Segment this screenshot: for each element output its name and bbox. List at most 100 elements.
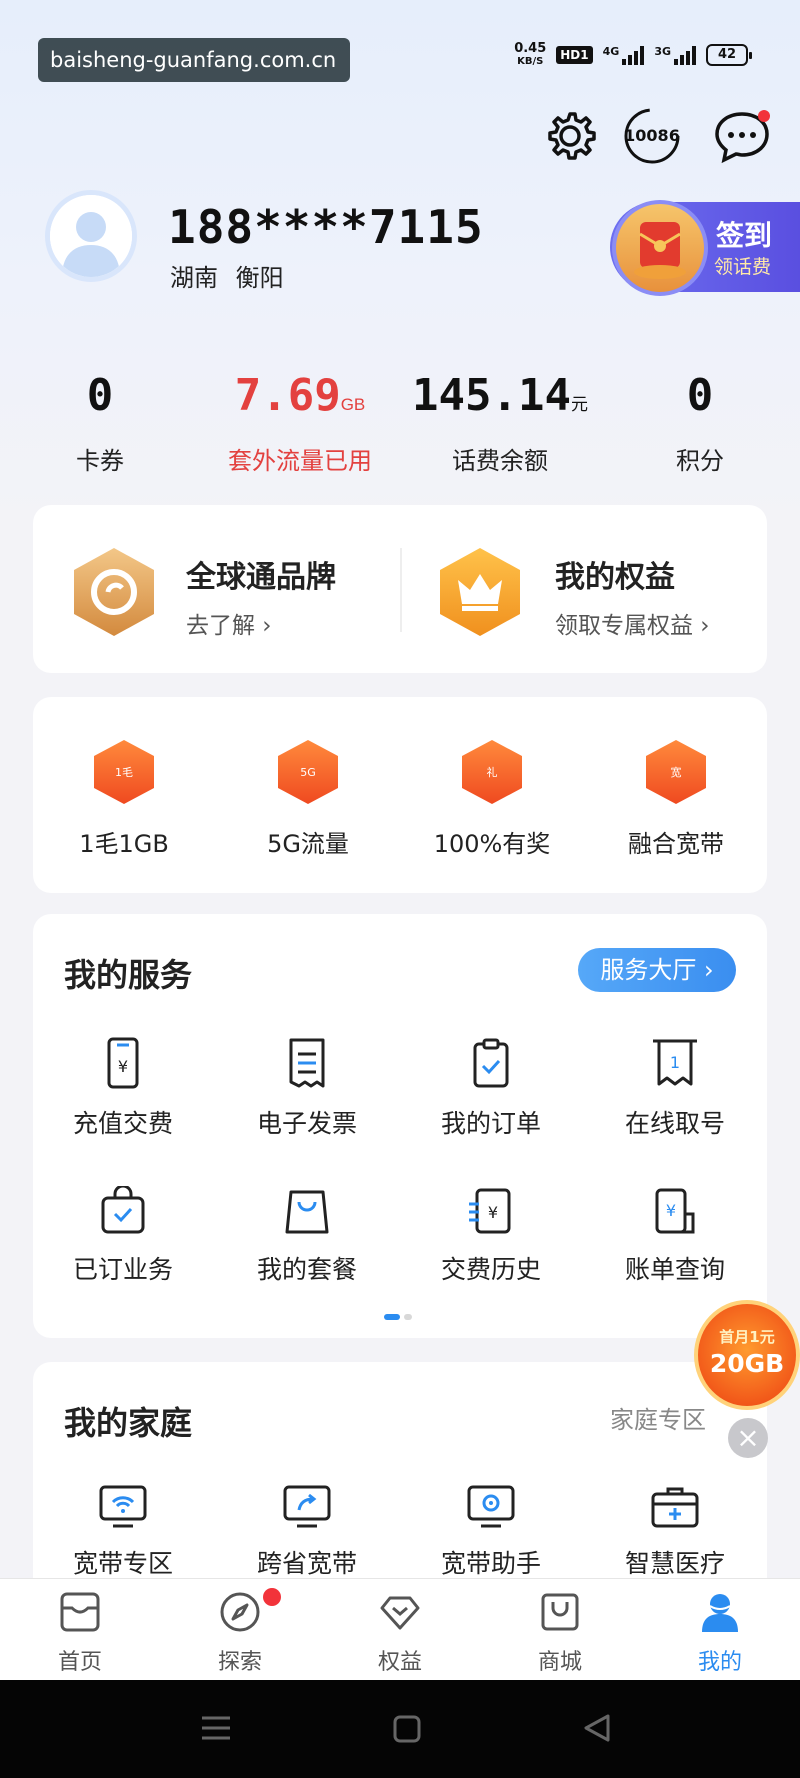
nav-rights[interactable]: 权益 [340,1590,460,1676]
floating-promo-badge[interactable]: 首月1元 20GB [694,1300,800,1410]
queue-number-icon: 1 [653,1039,697,1086]
plan-icon [285,1190,329,1234]
nav-shop[interactable]: 商城 [500,1590,620,1676]
nav-mine[interactable]: 我的 [660,1590,780,1676]
svg-text:1: 1 [670,1053,680,1072]
nav-home[interactable]: 首页 [20,1590,140,1676]
nav-explore[interactable]: 探索 [180,1588,300,1676]
brand-title: 全球通品牌 [186,560,336,595]
close-icon[interactable]: × [728,1418,768,1458]
family-label: 跨省宽带 [256,1549,357,1578]
promo-5g-data[interactable]: 5G 5G流量 [228,740,388,859]
network-speed-value: 0.45 [514,41,547,56]
nav-label: 探索 [217,1650,262,1675]
status-bar-right: 0.45 KB/S HD1 4G 3G 42 [514,40,752,70]
promo-line2: 20GB [709,1349,785,1378]
service-subscribed[interactable]: 已订业务 [38,1186,208,1286]
explore-badge-dot [263,1588,281,1606]
watermark-overlay: baisheng-guanfang.com.cn [38,38,350,82]
back-icon[interactable] [582,1712,612,1748]
promo-prize[interactable]: 礼 100%有奖 [412,740,572,859]
family-zone-link[interactable]: 家庭专区 [610,1400,706,1435]
nav-label: 权益 [377,1650,422,1675]
bill-query-icon: ¥ [655,1188,695,1234]
payment-history-icon: ¥ [469,1188,511,1234]
my-family-title: 我的家庭 [64,1404,193,1442]
rights-title: 我的权益 [555,560,675,595]
service-bill-query[interactable]: ¥ 账单查询 [590,1186,760,1286]
battery-level: 42 [717,47,737,62]
svg-text:¥: ¥ [118,1057,128,1076]
service-invoice[interactable]: 电子发票 [222,1036,392,1140]
my-services-title: 我的服务 [64,956,193,994]
service-recharge[interactable]: ¥ 充值交费 [38,1036,208,1140]
5g-icon: 5G [278,740,338,804]
service-hall-button[interactable]: 服务大厅 › [578,948,736,992]
service-label: 我的套餐 [256,1255,357,1284]
home-button-icon[interactable] [392,1714,422,1748]
divider [400,548,402,632]
stat-points[interactable]: 0 积分 [640,370,760,476]
stat-balance[interactable]: 145.14元 话费余额 [410,370,590,476]
nav-label: 我的 [697,1650,742,1675]
stat-label: 积分 [676,447,724,475]
message-icon[interactable] [712,106,772,166]
signal-3g-icon: 3G [654,45,696,65]
user-icon [702,1594,738,1632]
family-cross-province[interactable]: 跨省宽带 [222,1484,392,1580]
service-orders[interactable]: 我的订单 [406,1036,576,1140]
service-label: 已订业务 [72,1255,173,1284]
home-icon [60,1592,100,1632]
family-label: 智慧医疗 [624,1549,725,1578]
avatar[interactable] [45,190,137,282]
service-my-plan[interactable]: 我的套餐 [222,1186,392,1286]
gift-box-icon: 礼 [462,740,522,804]
signin-subtitle: 领话费 [714,256,772,278]
promo-label: 融合宽带 [628,830,724,858]
location: 湖南 衡阳 [170,258,284,293]
global-brand-link[interactable]: 全球通品牌 去了解 › [186,552,336,640]
service-label: 电子发票 [256,1109,357,1138]
nav-label: 商城 [537,1650,582,1675]
signal-4g-label: 4G [602,45,620,58]
family-smart-medical[interactable]: 智慧医疗 [590,1484,760,1580]
svg-text:¥: ¥ [666,1201,676,1220]
service-label: 我的订单 [440,1109,541,1138]
invoice-icon [289,1038,325,1088]
stat-coupons[interactable]: 0 卡券 [40,370,160,476]
settings-gear-icon[interactable] [540,106,600,166]
rights-sub: 领取专属权益 › [555,613,710,639]
network-speed-unit: KB/S [517,56,544,67]
service-payment-history[interactable]: ¥ 交费历史 [406,1186,576,1286]
stat-label: 套外流量已用 [228,447,372,475]
my-rights-link[interactable]: 我的权益 领取专属权益 › [555,552,710,640]
stat-label: 卡券 [76,447,124,475]
unread-dot [758,110,770,122]
order-icon [473,1038,509,1088]
nav-label: 首页 [57,1650,102,1675]
promo-label: 100%有奖 [433,830,551,858]
page-indicator [384,1314,414,1320]
province: 湖南 [170,264,218,292]
brand-sub: 去了解 › [186,613,272,639]
gift-icon: 1毛 [94,740,154,804]
router-icon: 宽 [646,740,706,804]
city: 衡阳 [235,264,284,292]
family-broadband[interactable]: 宽带专区 [38,1484,208,1580]
promo-line1: 首月1元 [719,1328,775,1346]
family-broadband-assistant[interactable]: 宽带助手 [406,1484,576,1580]
stat-extra-data-used[interactable]: 7.69GB 套外流量已用 [200,370,400,476]
promo-1gb[interactable]: 1毛 1毛1GB [44,740,204,859]
menu-icon[interactable] [200,1714,232,1746]
svg-text:¥: ¥ [488,1203,498,1222]
red-envelope-icon [612,200,708,296]
promo-broadband[interactable]: 宽 融合宽带 [596,740,756,859]
family-label: 宽带助手 [440,1549,541,1578]
family-label: 宽带专区 [72,1549,173,1578]
cross-province-icon [283,1485,331,1528]
signal-4g-icon: 4G [603,45,645,65]
service-queue-number[interactable]: 1 在线取号 [590,1036,760,1140]
service-10086-icon[interactable]: 10086 [622,106,682,166]
stat-value: 7.69GB [234,370,366,421]
promo-label: 1毛1GB [79,830,169,858]
